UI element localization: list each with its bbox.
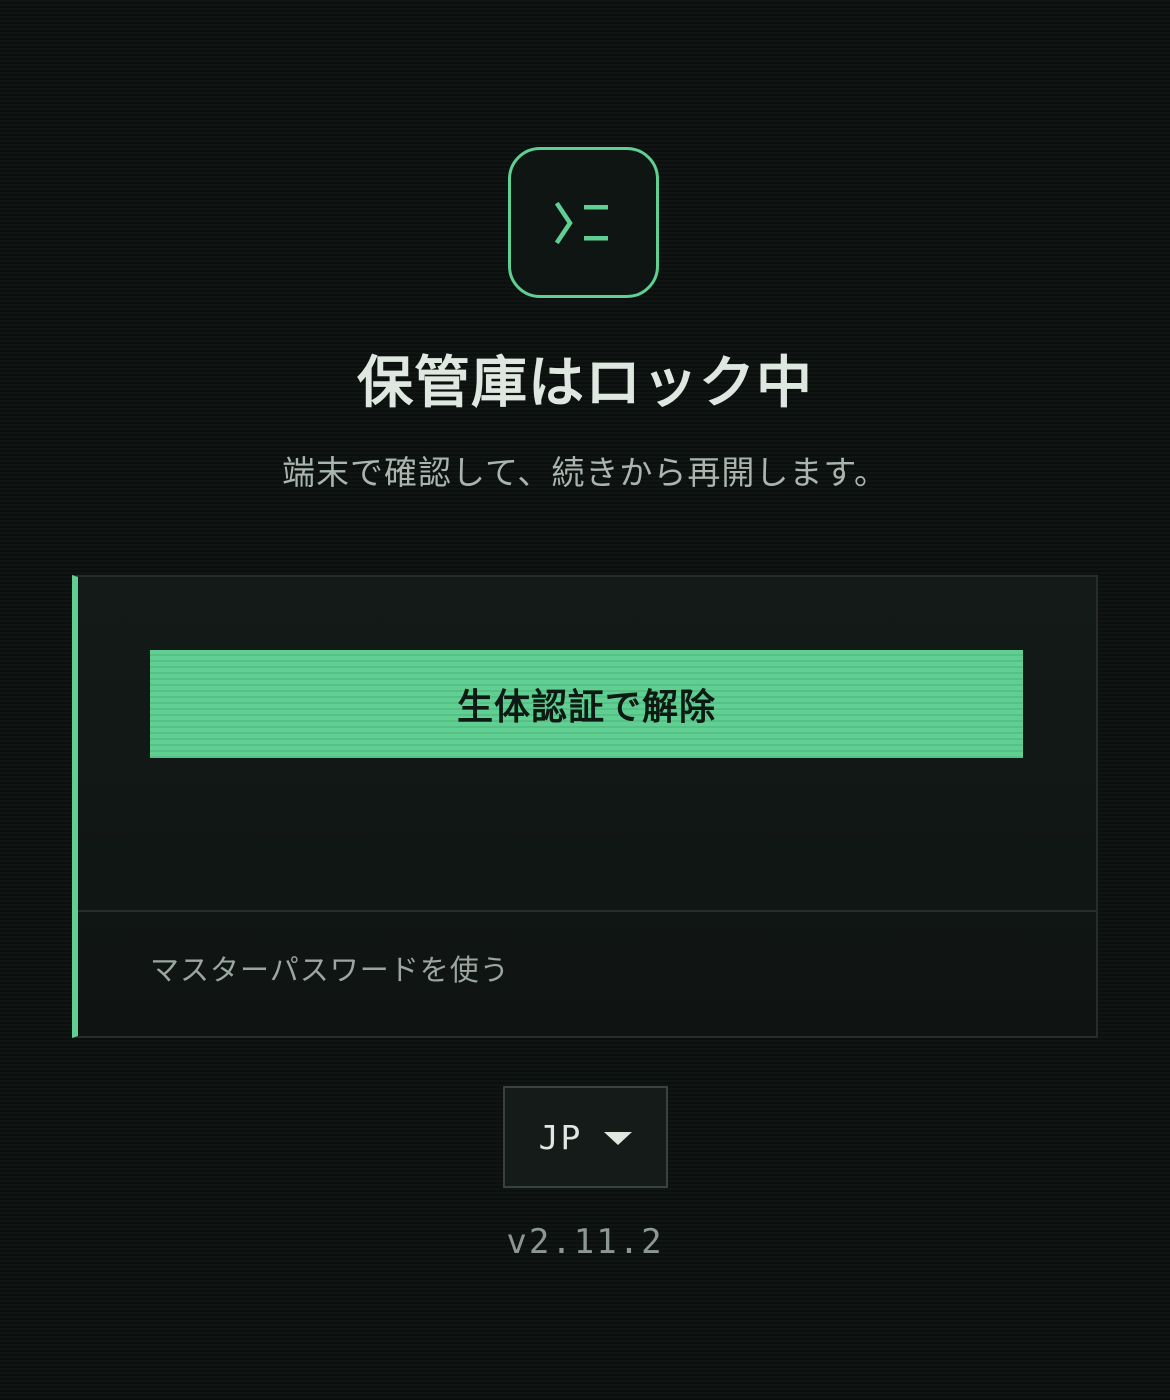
app-logo-icon — [508, 147, 659, 298]
language-selected-value: JP — [538, 1117, 583, 1157]
unlock-panel: 生体認証で解除 マスターパスワードを使う — [72, 575, 1098, 1038]
language-select[interactable]: JP — [503, 1086, 668, 1188]
panel-footer: マスターパスワードを使う — [78, 912, 1096, 1036]
terminal-prompt-icon — [554, 201, 608, 244]
caret-down-icon — [604, 1131, 633, 1145]
version-label: v2.11.2 — [506, 1222, 664, 1262]
page-subtitle: 端末で確認して、続きから再開します。 — [281, 453, 889, 492]
biometric-unlock-button[interactable]: 生体認証で解除 — [150, 650, 1023, 758]
page-title: 保管庫はロック中 — [357, 351, 813, 416]
use-master-password-link[interactable]: マスターパスワードを使う — [150, 950, 510, 990]
